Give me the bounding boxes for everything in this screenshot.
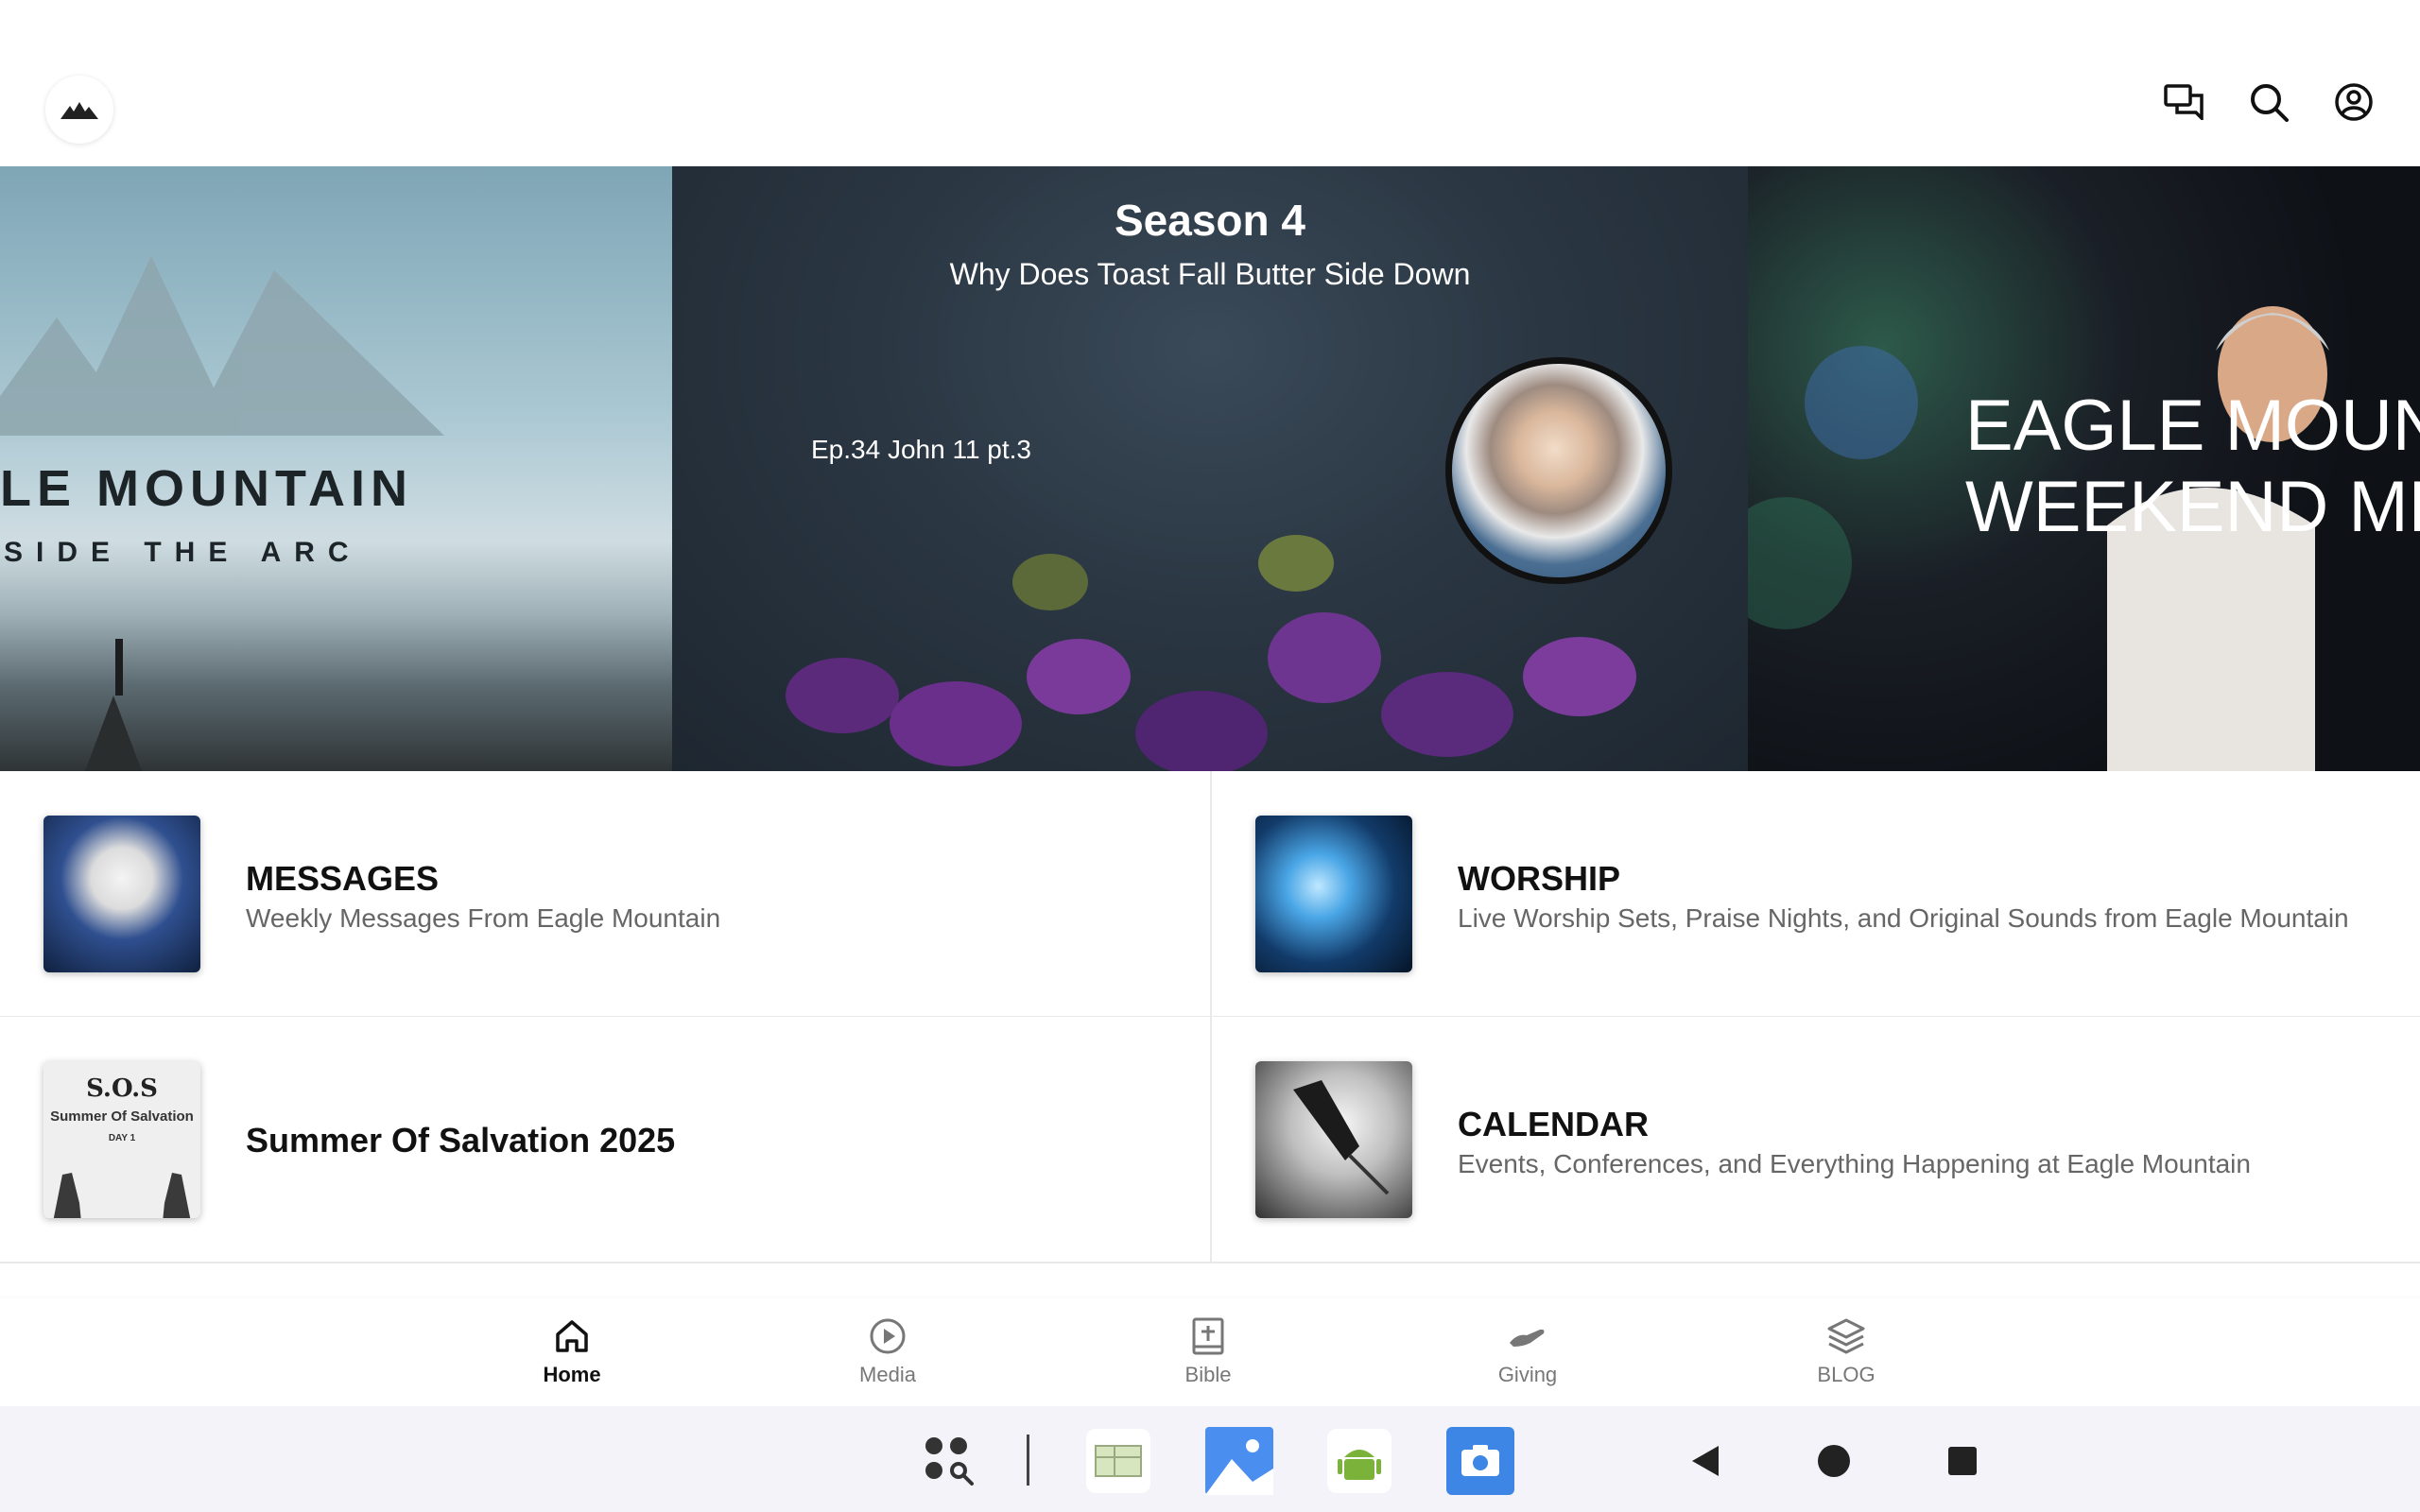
android-app-icon[interactable] xyxy=(1325,1427,1393,1495)
card-subtitle: Live Worship Sets, Praise Nights, and Or… xyxy=(1458,903,2349,933)
bible-icon xyxy=(1187,1315,1229,1357)
chat-icon[interactable] xyxy=(2163,81,2204,123)
sheets-app-icon[interactable] xyxy=(1084,1427,1152,1495)
sos-thumb-line2: Summer Of Salvation xyxy=(50,1108,194,1125)
bottom-navigation: Home Media Bible Giving BLOG xyxy=(0,1298,2420,1406)
card-subtitle: Events, Conferences, and Everything Happ… xyxy=(1458,1149,2251,1178)
nav-label: Home xyxy=(543,1363,601,1386)
layers-icon xyxy=(1825,1315,1867,1357)
sos-thumb-line3: DAY 1 xyxy=(108,1133,136,1143)
card-title: CALENDAR xyxy=(1458,1105,1649,1143)
gallery-app-icon[interactable] xyxy=(1205,1427,1273,1495)
card-messages[interactable]: MESSAGES Weekly Messages From Eagle Moun… xyxy=(0,771,1210,1018)
taskbar-divider xyxy=(1027,1435,1029,1486)
app-top-bar xyxy=(0,0,2420,166)
slide-season-title: Season 4 xyxy=(1115,196,1305,245)
nav-label: BLOG xyxy=(1817,1363,1876,1386)
app-drawer-icon[interactable] xyxy=(915,1427,983,1495)
sos-thumb-line1: S.O.S xyxy=(86,1074,158,1103)
nav-label: Media xyxy=(859,1363,916,1386)
slide-next-title: EAGLE MOUN WEEKEND MES xyxy=(1965,386,2420,548)
worship-thumbnail xyxy=(1255,816,1412,972)
nav-media[interactable]: Media xyxy=(803,1315,973,1387)
account-icon[interactable] xyxy=(2333,81,2375,123)
slide-prev-title: LE MOUNTAIN xyxy=(0,460,413,517)
slide-episode-label: Ep.34 John 11 pt.3 xyxy=(811,435,1031,464)
card-title: Summer Of Salvation 2025 xyxy=(246,1121,676,1160)
giving-hand-icon xyxy=(1507,1315,1548,1357)
search-icon[interactable] xyxy=(2248,81,2290,123)
nav-blog[interactable]: BLOG xyxy=(1761,1315,1931,1387)
card-title: MESSAGES xyxy=(246,859,440,898)
carousel-slide-prev[interactable]: LE MOUNTAIN SIDE THE ARC xyxy=(0,166,672,771)
home-icon xyxy=(551,1315,593,1357)
home-circle-icon[interactable] xyxy=(1800,1427,1868,1495)
camera-app-icon[interactable] xyxy=(1446,1427,1514,1495)
messages-thumbnail xyxy=(43,816,200,972)
nav-home[interactable]: Home xyxy=(487,1315,657,1387)
top-actions xyxy=(2163,81,2375,123)
card-calendar[interactable]: CALENDAR Events, Conferences, and Everyt… xyxy=(1210,1017,2420,1263)
card-title: WORSHIP xyxy=(1458,859,1621,898)
nav-label: Giving xyxy=(1497,1363,1558,1386)
speaker-portrait xyxy=(1445,357,1672,584)
praying-hands-icon xyxy=(53,1173,191,1218)
pushpin-icon xyxy=(1293,1080,1390,1195)
back-icon[interactable] xyxy=(1671,1427,1739,1495)
mountain-logo-icon[interactable] xyxy=(45,76,113,144)
card-summer-of-salvation[interactable]: S.O.S Summer Of Salvation DAY 1 Summer O… xyxy=(0,1017,1210,1263)
slide-next-line1: EAGLE MOUN xyxy=(1965,386,2420,466)
carousel-slide-next[interactable]: EAGLE MOUN WEEKEND MES xyxy=(1748,166,2420,771)
slide-series-title: Why Does Toast Fall Butter Side Down xyxy=(949,257,1471,291)
card-subtitle: Weekly Messages From Eagle Mountain xyxy=(246,903,721,933)
content-grid: MESSAGES Weekly Messages From Eagle Moun… xyxy=(0,771,2420,1263)
hero-carousel[interactable]: LE MOUNTAIN SIDE THE ARC Season 4 Why Do… xyxy=(0,166,2420,771)
slide-prev-subtitle: SIDE THE ARC xyxy=(4,537,362,568)
carousel-slide-current[interactable]: Season 4 Why Does Toast Fall Butter Side… xyxy=(672,166,1748,771)
nav-bible[interactable]: Bible xyxy=(1123,1315,1293,1387)
calendar-thumbnail xyxy=(1255,1061,1412,1218)
nav-label: Bible xyxy=(1184,1363,1232,1386)
slide-next-line2: WEEKEND MES xyxy=(1965,467,2420,547)
nav-giving[interactable]: Giving xyxy=(1443,1315,1613,1387)
system-taskbar xyxy=(0,1406,2420,1512)
card-worship[interactable]: WORSHIP Live Worship Sets, Praise Nights… xyxy=(1210,771,2420,1018)
sos-thumbnail: S.O.S Summer Of Salvation DAY 1 xyxy=(43,1061,200,1218)
speaker-avatar xyxy=(1452,364,1666,577)
recents-icon[interactable] xyxy=(1928,1427,1996,1495)
play-circle-icon xyxy=(867,1315,908,1357)
